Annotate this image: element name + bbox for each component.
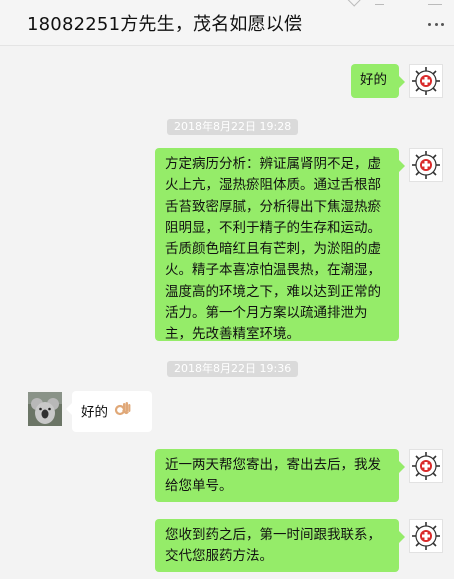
- my-avatar[interactable]: [409, 148, 443, 182]
- red-emblem-logo-icon: [412, 452, 440, 480]
- chat-header: 18082251方先生，茂名如愿以偿: [0, 0, 454, 46]
- contact-avatar[interactable]: [28, 392, 62, 426]
- chat-title: 18082251方先生，茂名如愿以偿: [27, 14, 303, 35]
- more-dots-icon[interactable]: [428, 22, 444, 26]
- red-emblem-logo-icon: [412, 67, 440, 95]
- timestamp: 2018年8月22日 19:28: [167, 119, 299, 135]
- my-avatar[interactable]: [409, 519, 443, 553]
- top-edge-fragment: [375, 0, 384, 5]
- message-text: 好的: [81, 404, 108, 421]
- top-edge-fragment: [346, 0, 361, 7]
- message-bubble-outgoing[interactable]: 近一两天帮您寄出，寄出去后，我发给您单号。: [155, 449, 405, 502]
- my-avatar[interactable]: [409, 449, 443, 483]
- message-bubble-outgoing[interactable]: 您收到药之后，第一时间跟我联系，交代您服药方法。: [155, 519, 405, 572]
- message-bubble-outgoing[interactable]: 方定病历分析：辨证属肾阴不足，虚火上亢，湿热瘀阻体质。通过舌根部舌苔致密厚腻，分…: [155, 148, 405, 342]
- timestamp: 2018年8月22日 19:36: [167, 361, 299, 377]
- red-emblem-logo-icon: [412, 522, 440, 550]
- my-avatar[interactable]: [409, 64, 443, 98]
- koala-photo-icon: [28, 392, 62, 426]
- top-edge-fragment: [428, 0, 442, 5]
- message-bubble-outgoing[interactable]: 好的: [351, 64, 405, 98]
- ok-hand-emoji: [114, 400, 132, 425]
- message-bubble-incoming[interactable]: 好的: [66, 391, 152, 432]
- red-emblem-logo-icon: [412, 151, 440, 179]
